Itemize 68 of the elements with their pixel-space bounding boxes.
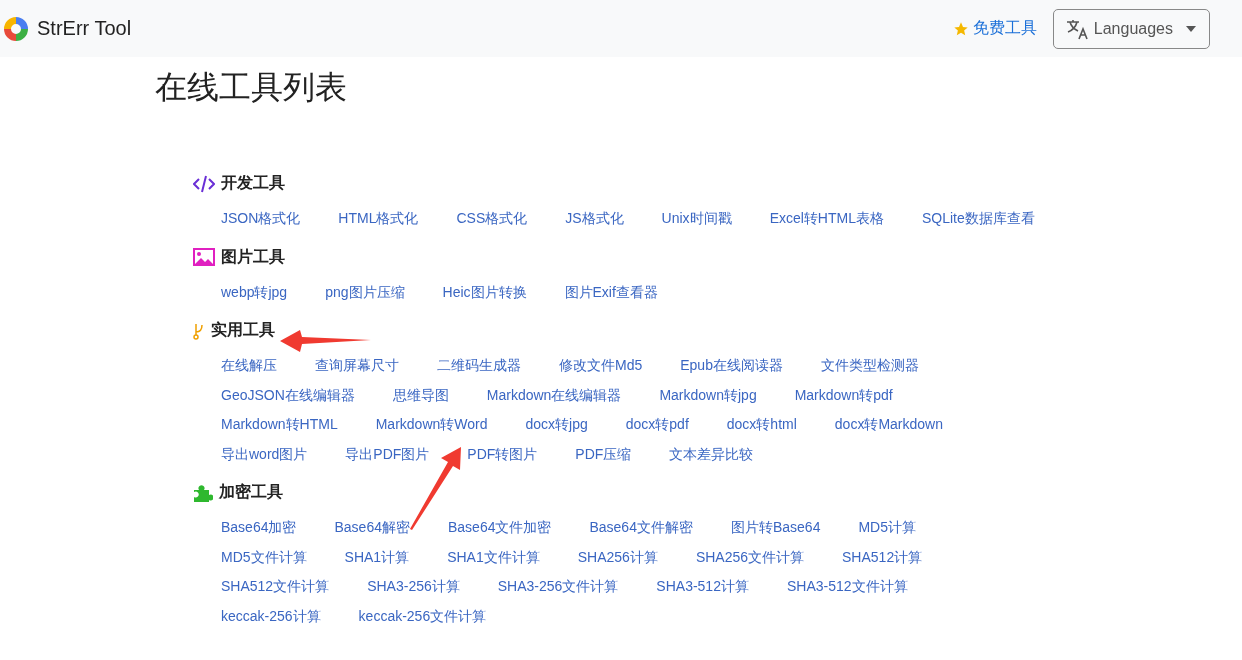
section-heading: 开发工具 [221,173,285,194]
puzzle-icon [193,483,213,502]
tool-link[interactable]: SHA256文件计算 [695,548,805,567]
tool-link[interactable]: Base64文件解密 [589,519,693,538]
tool-link[interactable]: 查询屏幕尺寸 [315,357,399,376]
tool-link[interactable]: SHA512文件计算 [221,578,330,597]
tool-link[interactable]: Markdown转HTML [221,416,338,435]
tool-link[interactable]: Markdown转jpg [659,386,757,405]
section-heading: 加密工具 [219,482,283,503]
tool-link[interactable]: Markdown在线编辑器 [486,386,622,405]
section-heading: 图片工具 [221,246,285,267]
tool-link[interactable]: docx转jpg [525,416,588,435]
translate-icon [1065,17,1090,40]
tool-link[interactable]: CSS格式化 [456,210,528,229]
tool-link[interactable]: Epub在线阅读器 [680,357,783,376]
tool-link[interactable]: SHA3-256文件计算 [497,578,619,597]
tool-link[interactable]: 导出PDF图片 [345,445,430,464]
tool-link[interactable]: 图片转Base64 [730,519,821,538]
image-icon [193,248,215,267]
tool-link[interactable]: SHA3-512计算 [656,578,749,597]
tool-link[interactable]: Base64加密 [221,519,297,538]
tool-link[interactable]: 文件类型检测器 [820,357,919,376]
tool-link[interactable]: docx转html [726,416,797,435]
brand-name[interactable]: StrErr Tool [37,17,132,40]
tool-link[interactable]: 修改文件Md5 [559,357,643,376]
page-title: 在线工具列表 [155,68,348,107]
caret-icon [1185,24,1197,33]
tool-link[interactable]: Markdown转pdf [794,386,893,405]
tool-link[interactable]: Excel转HTML表格 [769,210,884,229]
tool-link[interactable]: JSON格式化 [221,210,301,229]
tool-link[interactable]: keccak-256文件计算 [358,607,487,626]
tool-link[interactable]: HTML格式化 [338,210,419,229]
tool-link[interactable]: SHA1计算 [344,548,410,567]
tool-link[interactable]: Base64文件加密 [447,519,552,538]
section-heading: 实用工具 [211,320,275,341]
branch-icon [193,321,205,340]
tool-link[interactable]: png图片压缩 [325,283,405,302]
tool-link[interactable]: keccak-256计算 [221,607,321,626]
tool-link[interactable]: 在线解压 [221,357,277,376]
star-icon [952,20,969,37]
tool-link[interactable]: SHA1文件计算 [447,548,540,567]
free-tools-link[interactable]: 免费工具 [952,18,1037,39]
tool-link[interactable]: 导出word图片 [221,445,308,464]
tool-link[interactable]: GeoJSON在线编辑器 [221,386,355,405]
tool-link[interactable]: MD5计算 [858,519,916,538]
tool-link[interactable]: SQLite数据库查看 [922,210,1035,229]
tool-link[interactable]: PDF压缩 [575,445,632,464]
tool-link[interactable]: docx转Markdown [834,416,943,435]
tool-link[interactable]: 文本差异比较 [669,445,754,464]
tool-link[interactable]: Unix时间戳 [661,210,732,229]
languages-dropdown[interactable]: Languages [1052,8,1210,49]
tool-link[interactable]: SHA3-512文件计算 [786,578,908,597]
code-icon [193,174,215,193]
tool-link[interactable]: Markdown转Word [375,416,488,435]
tool-link[interactable]: JS格式化 [565,210,624,229]
tool-link[interactable]: SHA512计算 [842,548,923,567]
tool-link[interactable]: docx转pdf [625,416,689,435]
logo-icon [3,15,29,42]
tool-link[interactable]: SHA256计算 [577,548,658,567]
tool-link[interactable]: SHA3-256计算 [367,578,460,597]
tool-link[interactable]: webp转jpg [221,283,288,302]
tool-link[interactable]: Base64解密 [334,519,410,538]
tool-link[interactable]: 二维码生成器 [437,357,521,376]
tool-link[interactable]: Heic图片转换 [442,283,527,302]
tool-link[interactable]: 思维导图 [392,386,449,405]
tool-link[interactable]: 图片Exif查看器 [564,283,658,302]
tool-link[interactable]: MD5文件计算 [221,548,307,567]
tool-link[interactable]: PDF转图片 [467,445,538,464]
